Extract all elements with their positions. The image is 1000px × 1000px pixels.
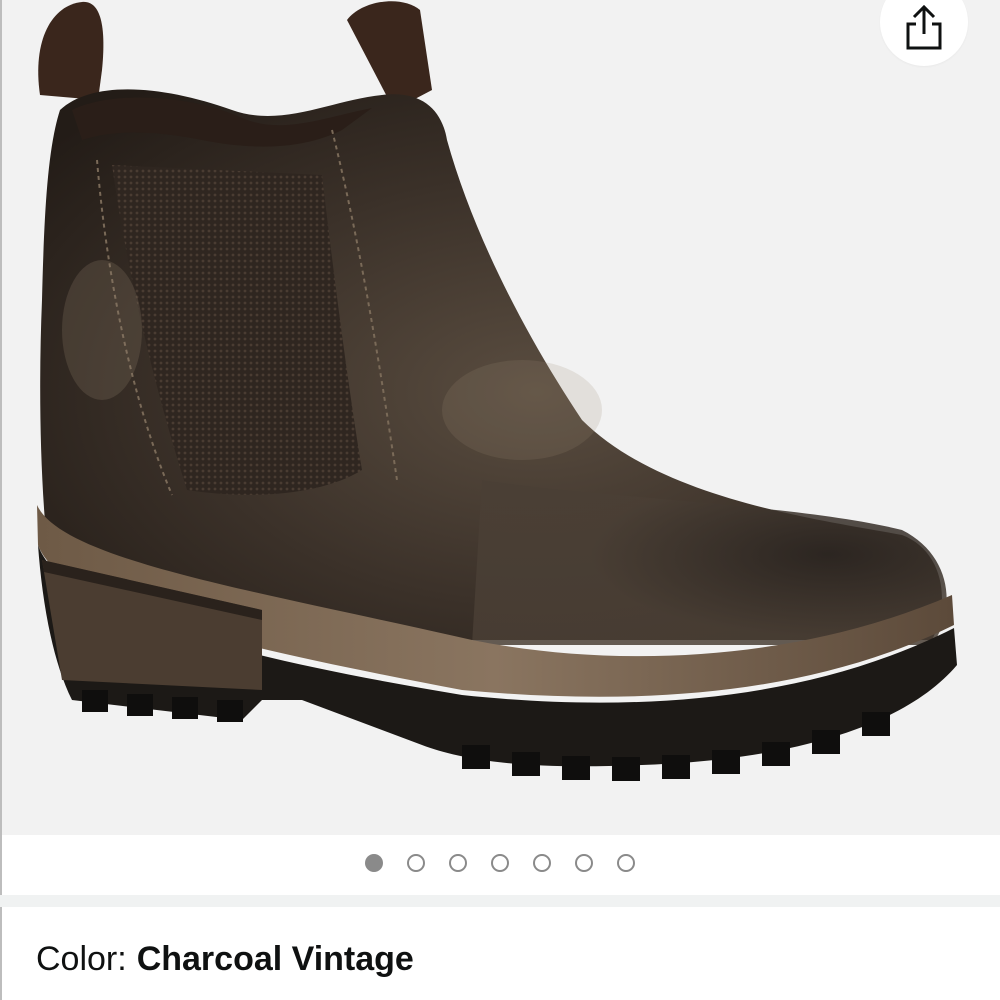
pager-dot-7[interactable] <box>617 854 635 872</box>
color-label: Color: <box>36 940 127 978</box>
pager-dot-3[interactable] <box>449 854 467 872</box>
pager-dot-5[interactable] <box>533 854 551 872</box>
pager-dot-2[interactable] <box>407 854 425 872</box>
pager-dot-6[interactable] <box>575 854 593 872</box>
product-image-gallery[interactable] <box>2 0 1000 835</box>
section-divider <box>0 895 1000 907</box>
product-image[interactable] <box>2 0 1000 835</box>
color-value: Charcoal Vintage <box>136 940 414 978</box>
share-icon <box>906 4 942 50</box>
pager-dot-4[interactable] <box>491 854 509 872</box>
pager-dot-1[interactable] <box>365 854 383 872</box>
image-pager <box>0 845 1000 881</box>
color-selection: Color: Charcoal Vintage <box>36 940 414 979</box>
